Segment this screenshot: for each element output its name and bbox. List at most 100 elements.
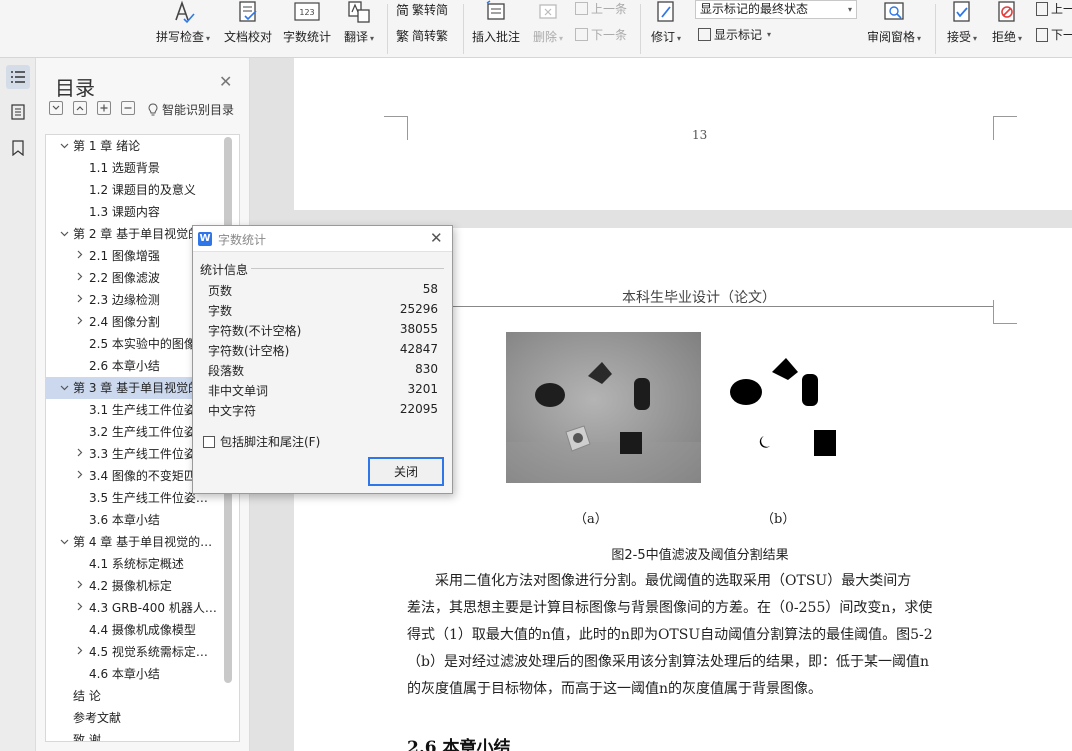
delete-comment-icon <box>539 4 557 19</box>
smart-identify-toc-button[interactable]: 智能识别目录 <box>148 101 234 118</box>
toc-item[interactable]: 4.3 GRB-400 机器人… <box>46 597 222 619</box>
toc-item[interactable]: 第 1 章 绪论 <box>46 135 222 157</box>
prev-change-button[interactable]: 上一 <box>1036 0 1072 17</box>
spell-check-button[interactable]: 拼写检查 ▾ <box>152 0 214 45</box>
toc-item[interactable]: 4.4 摄像机成像模型 <box>46 619 222 641</box>
svg-text:123: 123 <box>299 8 314 17</box>
chevron-down-icon: ▾ <box>847 5 852 14</box>
chevron-down-icon[interactable] <box>59 377 69 399</box>
insert-comment-button[interactable]: 插入批注 <box>468 0 524 45</box>
ribbon-separator <box>463 4 464 54</box>
include-footnotes-checkbox[interactable]: 包括脚注和尾注(F) <box>203 433 320 450</box>
chevron-right-icon[interactable] <box>75 289 85 311</box>
minus-icon <box>124 107 132 109</box>
toc-item[interactable]: 4.1 系统标定概述 <box>46 553 222 575</box>
stat-row-words: 字数 25296 <box>208 302 438 318</box>
toc-item[interactable]: 4.6 本章小结 <box>46 663 222 685</box>
toc-item-label: 2.4 图像分割 <box>89 315 160 329</box>
track-changes-icon <box>657 1 674 22</box>
paragraph-line: 差法，其思想主要是计算目标图像与背景图像间的方差。在（0-255）间改变n，求使 <box>407 600 933 616</box>
translate-icon <box>348 1 370 23</box>
toc-item-label: 2.5 本实验中的图像… <box>89 337 208 351</box>
bookmark-icon <box>12 140 24 156</box>
review-pane-button[interactable]: 审阅窗格 ▾ <box>864 0 924 45</box>
ribbon-separator <box>640 4 641 54</box>
bookmark-nav-toggle[interactable] <box>6 136 30 160</box>
dialog-titlebar[interactable]: W 字数统计 ✕ <box>193 226 452 252</box>
toc-item-label: 1.1 选题背景 <box>89 161 160 175</box>
stat-row-non-chinese-words: 非中文单词 3201 <box>208 382 438 398</box>
reject-change-button[interactable]: 拒绝 ▾ <box>988 0 1026 45</box>
paragraph-line: 采用二值化方法对图像进行分割。最优阈值的选取采用（OTSU）最大类间方 <box>435 573 912 589</box>
chevron-right-icon[interactable] <box>75 465 85 487</box>
trad-simp-icon: 简 <box>396 4 410 19</box>
prev-comment-button[interactable]: 上一条 <box>575 0 627 17</box>
show-markup-button[interactable]: 显示标记 ▾ <box>698 26 771 43</box>
close-icon[interactable]: ✕ <box>219 72 232 91</box>
delete-comment-button[interactable]: 删除 ▾ <box>528 0 568 45</box>
toc-item[interactable]: 结 论 <box>46 685 222 707</box>
toc-item-label: 第 1 章 绪论 <box>73 139 141 153</box>
doc-proof-button[interactable]: 文档校对 <box>221 0 275 45</box>
word-count-icon: 123 <box>294 2 320 21</box>
figure-caption: 图2-5中值滤波及阈值分割结果 <box>611 548 789 563</box>
margin-corner-mark <box>993 300 1017 324</box>
toc-item[interactable]: 致 谢 <box>46 729 222 741</box>
paragraph-line: 得式（1）取最大值的n值，此时的n即为OTSU自动阈值分割算法的最佳阈值。图5-… <box>407 627 933 643</box>
chevron-right-icon[interactable] <box>75 641 85 663</box>
toc-item-label: 2.1 图像增强 <box>89 249 160 263</box>
review-pane-icon <box>884 2 904 20</box>
chevron-right-icon[interactable] <box>75 443 85 465</box>
insert-comment-icon <box>486 0 505 20</box>
collapse-all-button[interactable] <box>73 101 87 115</box>
word-count-button[interactable]: 123 字数统计 <box>281 0 333 45</box>
toc-item-label: 4.5 视觉系统需标定… <box>89 645 208 659</box>
prev-comment-icon <box>575 2 588 15</box>
toc-panel-toggle[interactable] <box>6 65 30 89</box>
toc-item[interactable]: 参考文献 <box>46 707 222 729</box>
stat-row-chinese-chars: 中文字符 22095 <box>208 402 438 418</box>
chevron-right-icon[interactable] <box>75 245 85 267</box>
toc-item-label: 1.2 课题目的及意义 <box>89 183 196 197</box>
close-icon[interactable]: ✕ <box>430 229 443 247</box>
trad-to-simp-button[interactable]: 简 繁转简 <box>396 0 448 19</box>
chevron-down-icon[interactable] <box>59 531 69 553</box>
track-changes-button[interactable]: 修订 ▾ <box>646 0 686 45</box>
chapter-nav-toggle[interactable] <box>6 100 30 124</box>
remove-heading-button[interactable] <box>121 101 135 115</box>
translate-button[interactable]: 翻译 ▾ <box>339 0 379 45</box>
chevron-down-icon[interactable] <box>59 223 69 245</box>
chevron-right-icon[interactable] <box>75 267 85 289</box>
stats-group-label: 统计信息 <box>200 263 249 277</box>
checkbox-box[interactable] <box>203 435 215 448</box>
toc-item[interactable]: 1.2 课题目的及意义 <box>46 179 222 201</box>
next-change-button[interactable]: 下一 <box>1036 26 1072 43</box>
chevron-right-icon[interactable] <box>75 311 85 333</box>
toc-item[interactable]: 3.6 本章小结 <box>46 509 222 531</box>
navigation-strip <box>0 58 36 751</box>
add-heading-button[interactable] <box>97 101 111 115</box>
toc-item[interactable]: 1.3 课题内容 <box>46 201 222 223</box>
markup-state-dropdown[interactable]: 显示标记的最终状态 ▾ <box>695 0 857 19</box>
close-button[interactable]: 关闭 <box>368 457 444 486</box>
toc-item-label: 第 4 章 基于单目视觉的… <box>73 535 213 549</box>
spell-check-icon <box>175 0 195 24</box>
expand-all-button[interactable] <box>49 101 63 115</box>
chevron-right-icon[interactable] <box>75 597 85 619</box>
chevron-right-icon[interactable] <box>75 575 85 597</box>
accept-change-button[interactable]: 接受 ▾ <box>943 0 981 45</box>
toc-item-label: 3.3 生产线工件位姿… <box>89 447 208 461</box>
document-page: 13 <box>294 58 1072 210</box>
chevron-down-icon[interactable] <box>59 135 69 157</box>
next-comment-button[interactable]: 下一条 <box>575 26 627 43</box>
toc-item[interactable]: 4.5 视觉系统需标定… <box>46 641 222 663</box>
simp-to-trad-button[interactable]: 繁 简转繁 <box>396 26 448 45</box>
toc-item[interactable]: 1.1 选题背景 <box>46 157 222 179</box>
wps-writer-logo-icon: W <box>198 232 212 246</box>
stat-row-pages: 页数 58 <box>208 282 438 298</box>
toc-item[interactable]: 第 4 章 基于单目视觉的… <box>46 531 222 553</box>
group-divider <box>251 268 444 269</box>
next-comment-icon <box>575 28 588 41</box>
toc-item[interactable]: 4.2 摄像机标定 <box>46 575 222 597</box>
toc-item-label: 3.5 生产线工件位姿… <box>89 491 208 505</box>
